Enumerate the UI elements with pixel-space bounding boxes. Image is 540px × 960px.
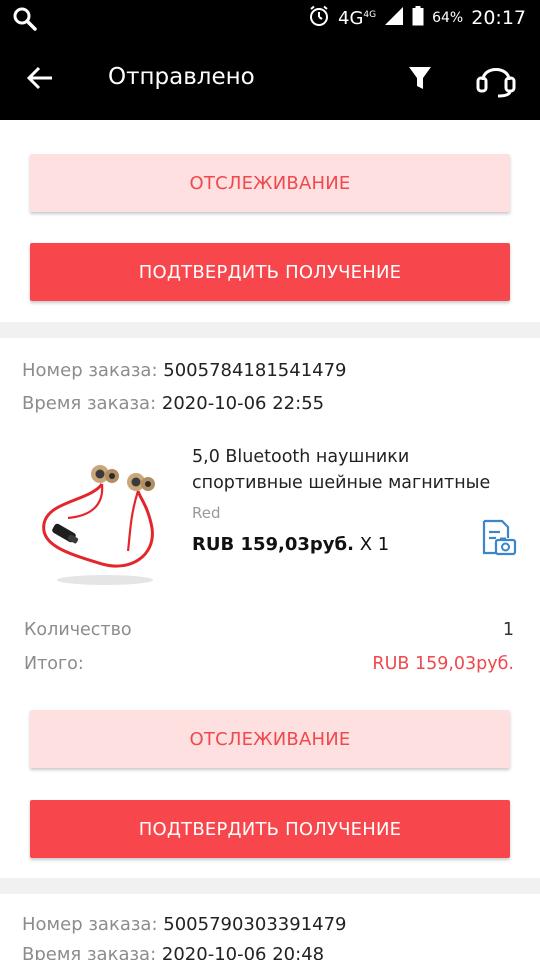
order-time: Время заказа: 2020-10-06 20:48	[22, 944, 324, 960]
tracking-button[interactable]: ОТСЛЕЖИВАНИЕ	[30, 710, 510, 768]
tracking-button[interactable]: ОТСЛЕЖИВАНИЕ	[30, 154, 510, 212]
alarm-icon	[308, 5, 330, 32]
filter-icon[interactable]	[406, 64, 434, 96]
photo-review-icon[interactable]	[478, 518, 518, 562]
quantity-label: Количество	[24, 620, 132, 640]
product-price: RUB 159,03руб. X 1	[192, 534, 390, 555]
headset-icon[interactable]	[474, 58, 518, 102]
product-name[interactable]: 5,0 Bluetooth наушники спортивные шейные…	[192, 444, 522, 496]
order-time-value: 2020-10-06 22:55	[161, 393, 325, 414]
order-card: Номер заказа: 5005784181541479 Время зак…	[0, 338, 540, 878]
order-number-value: 5005784181541479	[163, 360, 347, 381]
clock: 20:17	[471, 7, 526, 29]
order-number-value: 5005790303391479	[163, 914, 347, 935]
status-bar: 4G4G 64% 20:17	[0, 0, 540, 36]
order-list[interactable]: ОТСЛЕЖИВАНИЕ ПОДТВЕРДИТЬ ПОЛУЧЕНИЕ Номер…	[0, 120, 540, 960]
battery-percent: 64%	[432, 10, 464, 26]
search-icon[interactable]	[12, 6, 38, 36]
product-image[interactable]	[30, 446, 180, 596]
confirm-receipt-button[interactable]: ПОДТВЕРДИТЬ ПОЛУЧЕНИЕ	[30, 243, 510, 301]
app-bar: Отправлено	[0, 36, 540, 120]
confirm-receipt-button[interactable]: ПОДТВЕРДИТЬ ПОЛУЧЕНИЕ	[30, 800, 510, 858]
product-qty: X 1	[359, 534, 390, 555]
total-value: RUB 159,03руб.	[372, 654, 514, 674]
order-card: ОТСЛЕЖИВАНИЕ ПОДТВЕРДИТЬ ПОЛУЧЕНИЕ	[0, 120, 540, 322]
order-time: Время заказа: 2020-10-06 22:55	[22, 393, 325, 414]
order-time-value: 2020-10-06 20:48	[161, 944, 325, 960]
battery-icon	[412, 5, 424, 31]
back-arrow-icon[interactable]	[26, 64, 54, 96]
network-type: 4G4G	[338, 7, 377, 29]
order-number: Номер заказа: 5005790303391479	[22, 914, 347, 935]
total-label: Итого:	[24, 654, 84, 674]
page-title: Отправлено	[108, 64, 255, 90]
quantity-value: 1	[502, 620, 514, 640]
product-variant: Red	[192, 504, 221, 522]
order-card: Номер заказа: 5005790303391479 Время зак…	[0, 894, 540, 960]
order-number: Номер заказа: 5005784181541479	[22, 360, 347, 381]
signal-icon	[384, 6, 404, 31]
